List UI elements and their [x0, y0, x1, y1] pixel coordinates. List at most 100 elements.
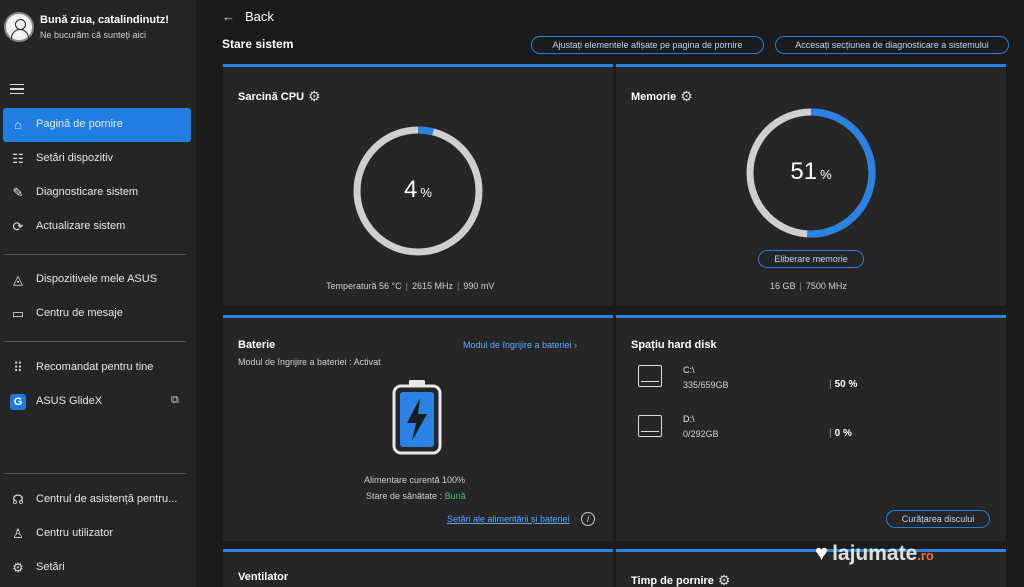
- memory-value: 51%: [741, 158, 881, 186]
- battery-care-status: Modul de îngrijire a bateriei : Activat: [238, 357, 381, 367]
- customize-home-button[interactable]: Ajustați elementele afișate pe pagina de…: [531, 36, 764, 54]
- avatar: [4, 12, 34, 42]
- drive-c-percent: | 50 %: [829, 379, 858, 390]
- heart-logo-icon: ♥: [815, 540, 829, 565]
- menu-icon[interactable]: [10, 84, 24, 94]
- cpu-value-unit: %: [420, 185, 432, 200]
- sidebar-item-label: Actualizare sistem: [36, 220, 126, 232]
- sidebar-item-label: Setări: [36, 561, 65, 573]
- battery-care-link-text: Modul de îngrijire a bateriei: [463, 340, 572, 350]
- sidebar-item-user-center[interactable]: ♙ Centru utilizator: [3, 517, 191, 551]
- sidebar-item-glidex[interactable]: G ASUS GlideX ⧉: [3, 385, 191, 419]
- boot-title-text: Timp de pornire: [631, 575, 714, 587]
- sidebar-item-system-update[interactable]: ⟳ Actualizare sistem: [3, 210, 191, 244]
- drive-d-percent-value: 0 %: [834, 428, 852, 439]
- free-memory-button[interactable]: Eliberare memorie: [758, 250, 864, 268]
- user-icon: ♙: [12, 526, 24, 541]
- sidebar-item-messages[interactable]: ▭ Centru de mesaje: [3, 297, 191, 331]
- drive-icon: [638, 415, 662, 437]
- battery-health-value: Bună: [444, 491, 466, 501]
- chevron-right-icon: ›: [574, 340, 578, 350]
- sidebar-divider: [4, 473, 186, 474]
- memory-value-number: 51: [790, 158, 818, 185]
- cpu-frequency: 2615 MHz: [411, 281, 454, 291]
- battery-icon: [392, 380, 442, 455]
- power-settings-link[interactable]: Setări ale alimentării și bateriei: [447, 514, 570, 524]
- memory-title-text: Memorie: [631, 91, 677, 103]
- sidebar-item-label: Centru de mesaje: [36, 307, 123, 319]
- drive-d-usage: 0/292GB: [683, 429, 719, 439]
- memory-stats: 16 GB | 7500 MHz: [770, 281, 847, 291]
- cpu-value: 4%: [348, 176, 488, 204]
- sidebar-item-label: Diagnosticare sistem: [36, 186, 139, 198]
- page-title: Stare sistem: [222, 37, 294, 51]
- battery-care-link[interactable]: Modul de îngrijire a bateriei ›: [463, 340, 577, 350]
- user-greeting: Bună ziua, catalindinutz!: [40, 14, 169, 26]
- watermark-brand: lajumate: [832, 542, 918, 565]
- sidebar-item-label: Setări dispozitiv: [36, 152, 114, 164]
- sidebar: Bună ziua, catalindinutz! Ne bucurăm că …: [0, 0, 196, 587]
- gear-icon[interactable]: ⚙: [308, 88, 321, 105]
- sidebar-divider: [4, 341, 186, 342]
- sidebar-item-label: Pagină de pornire: [36, 118, 123, 130]
- glidex-icon: G: [10, 394, 26, 410]
- cpu-title: Sarcină CPU ⚙: [238, 88, 321, 105]
- sidebar-item-device-settings[interactable]: ☷ Setări dispozitiv: [3, 142, 191, 176]
- sidebar-item-diagnostics[interactable]: ✎ Diagnosticare sistem: [3, 176, 191, 210]
- disk-title: Spațiu hard disk: [631, 339, 717, 351]
- memory-value-unit: %: [820, 167, 832, 182]
- sidebar-item-recommended[interactable]: ⠿ Recomandat pentru tine: [3, 351, 191, 385]
- wrench-icon: ✎: [12, 185, 24, 200]
- sidebar-item-support[interactable]: ☊ Centrul de asistență pentru...: [3, 483, 191, 517]
- drive-c-usage: 335/659GB: [683, 380, 729, 390]
- battery-health-label: Stare de sănătate :: [366, 491, 443, 501]
- sidebar-item-label: Recomandat pentru tine: [36, 361, 154, 373]
- sidebar-item-label: Dispozitivele mele ASUS: [36, 273, 158, 285]
- back-button[interactable]: ← Back: [222, 9, 274, 24]
- battery-care-label: Modul de îngrijire a bateriei: [238, 357, 347, 367]
- fan-card: Ventilator: [223, 549, 613, 587]
- cpu-value-number: 4: [404, 176, 418, 203]
- battery-charge: Alimentare curentă 100%: [364, 475, 466, 485]
- sidebar-item-label: ASUS GlideX: [36, 395, 103, 407]
- fan-title: Ventilator: [238, 571, 289, 583]
- cpu-card: Sarcină CPU ⚙ 4% Temperatură 56 °C | 2615 M…: [223, 64, 613, 306]
- user-profile[interactable]: Bună ziua, catalindinutz! Ne bucurăm că …: [4, 10, 194, 46]
- devices-icon: ◬: [13, 272, 23, 287]
- memory-size: 16 GB: [770, 281, 796, 291]
- drive-c-percent-value: 50 %: [834, 379, 858, 390]
- battery-health: Stare de sănătate : Bună: [366, 491, 466, 501]
- sidebar-item-label: Centru utilizator: [36, 527, 114, 539]
- sidebar-item-label: Centrul de asistență pentru...: [36, 493, 178, 505]
- user-subtitle: Ne bucurăm că sunteți aici: [40, 30, 147, 40]
- home-icon: ⌂: [14, 117, 22, 132]
- watermark: ♥ lajumate.ro: [815, 540, 934, 566]
- info-icon[interactable]: i: [581, 512, 595, 526]
- drive-d-percent: | 0 %: [829, 428, 852, 439]
- sidebar-divider: [4, 254, 186, 255]
- message-icon: ▭: [11, 306, 25, 321]
- open-diagnostics-button[interactable]: Accesați secțiunea de diagnosticare a si…: [775, 36, 1009, 54]
- drive-c-name: C:\: [683, 365, 695, 375]
- drive-d-name: D:\: [683, 414, 695, 424]
- update-icon: ⟳: [12, 219, 24, 234]
- sliders-icon: ☷: [12, 151, 24, 166]
- cpu-stats: Temperatură 56 °C | 2615 MHz | 990 mV: [326, 281, 495, 291]
- back-label: Back: [245, 9, 274, 24]
- cpu-temperature: Temperatură 56 °C: [326, 281, 402, 291]
- memory-frequency: 7500 MHz: [805, 281, 847, 291]
- cpu-title-text: Sarcină CPU: [238, 91, 305, 103]
- cpu-voltage: 990 mV: [463, 281, 495, 291]
- headset-icon: ☊: [12, 492, 24, 507]
- disk-card: Spațiu hard disk C:\ 335/659GB | 50 % D:\…: [616, 315, 1006, 541]
- gear-icon[interactable]: ⚙: [680, 88, 693, 105]
- sidebar-item-home[interactable]: ⌂ Pagină de pornire: [3, 108, 191, 142]
- drive-icon: [638, 365, 662, 387]
- gear-icon[interactable]: ⚙: [718, 572, 731, 587]
- sidebar-item-my-devices[interactable]: ◬ Dispozitivele mele ASUS: [3, 263, 191, 297]
- battery-care-value: : Activat: [349, 357, 381, 367]
- arrow-left-icon: ←: [222, 9, 235, 24]
- disk-cleanup-button[interactable]: Curățarea discului: [886, 510, 990, 528]
- sidebar-item-settings[interactable]: ⚙ Setări: [3, 551, 191, 585]
- watermark-tld: .ro: [917, 548, 934, 563]
